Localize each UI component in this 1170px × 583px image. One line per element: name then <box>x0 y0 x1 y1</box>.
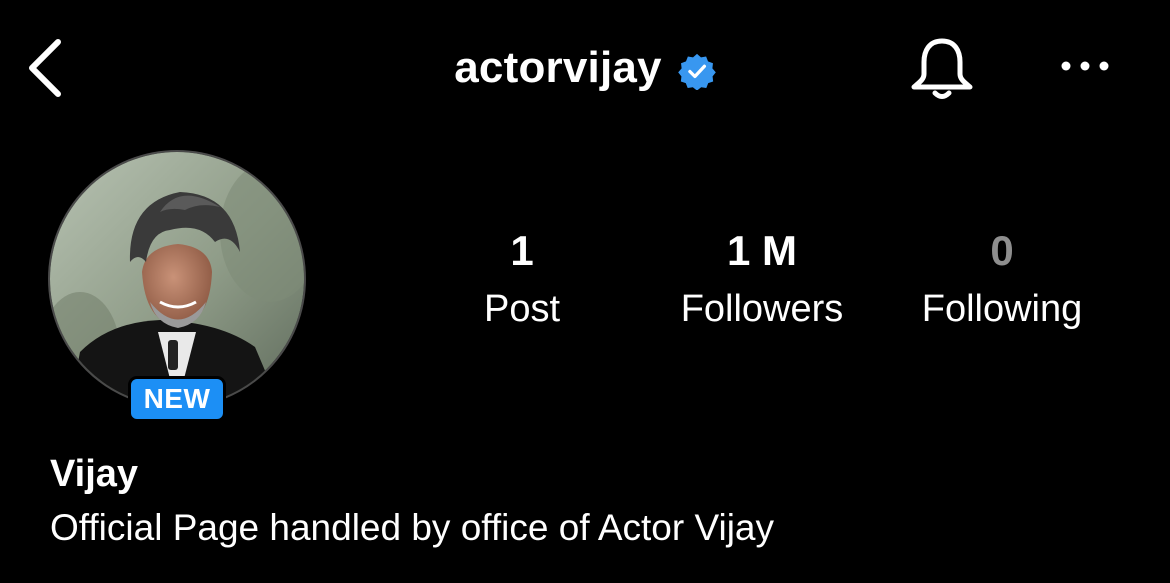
posts-stat[interactable]: 1 Post <box>442 224 602 334</box>
following-label: Following <box>921 288 1083 330</box>
profile-avatar-container <box>48 150 306 408</box>
notifications-button[interactable] <box>906 36 978 102</box>
back-button[interactable] <box>20 34 72 102</box>
verified-badge-icon <box>677 53 716 90</box>
followers-count: 1 M <box>726 227 797 274</box>
more-options-button[interactable] <box>1052 48 1118 84</box>
new-badge: NEW <box>128 376 226 422</box>
followers-label: Followers <box>680 288 844 330</box>
header-title-area: actorvijay <box>0 40 1170 96</box>
avatar[interactable] <box>48 150 306 408</box>
username-label: actorvijay <box>454 43 662 92</box>
chevron-left-icon <box>29 39 61 97</box>
profile-header: actorvijay <box>0 0 1170 135</box>
profile-display-name: Vijay <box>50 453 139 495</box>
bell-icon <box>911 38 973 99</box>
profile-bio: Official Page handled by office of Actor… <box>50 507 775 548</box>
following-count: 0 <box>990 227 1014 274</box>
posts-count: 1 <box>510 227 534 274</box>
username-title[interactable]: actorvijay <box>454 40 716 96</box>
followers-stat[interactable]: 1 M Followers <box>652 224 872 334</box>
profile-photo <box>50 152 304 406</box>
following-stat[interactable]: 0 Following <box>892 224 1112 334</box>
posts-label: Post <box>483 288 561 330</box>
more-horizontal-icon <box>1061 61 1109 71</box>
